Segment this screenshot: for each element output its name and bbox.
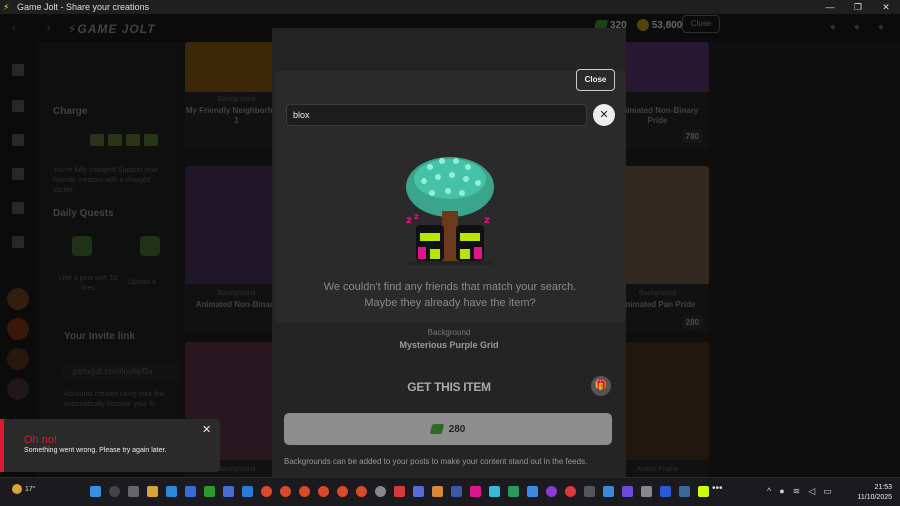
toast-title: Oh no! [24,434,58,446]
item-category: Background [427,328,471,337]
app-icon[interactable] [660,486,671,497]
file-explorer-icon[interactable] [147,486,158,497]
window-title: Game Jolt - Share your creations [17,2,150,12]
system-tray: ^ ● ≋ ◁ ▭ [767,486,832,497]
more-apps-icon[interactable]: ••• [712,483,723,494]
chrome-icon[interactable] [356,486,367,497]
weather-widget[interactable]: 17° [12,484,36,494]
error-accent-bar [0,419,4,472]
friend-search-input[interactable] [286,104,587,126]
chrome-icon[interactable] [318,486,329,497]
edge-icon[interactable] [166,486,177,497]
clock-time: 21:53 [874,484,892,491]
svg-text:z: z [406,215,412,226]
empty-line-2: Maybe they already have the item? [364,297,536,309]
sleeping-tree-illustration: z z z [406,157,494,265]
chrome-icon[interactable] [299,486,310,497]
wifi-icon[interactable]: ≋ [793,486,801,497]
clock[interactable]: 21:53 11/10/2025 [848,483,892,503]
gift-icon[interactable]: 🎁 [591,376,611,396]
volume-icon[interactable]: ◁ [808,486,815,497]
clock-date: 11/10/2025 [857,494,892,501]
media-icon[interactable] [375,486,386,497]
item-name: Mysterious Purple Grid [399,340,499,350]
gamejolt-app-icon: ⚡ [3,2,10,12]
desktop: ⚡ Game Jolt - Share your creations — ❐ ✕… [0,0,900,506]
app-icon[interactable] [185,486,196,497]
clear-search-icon[interactable]: ✕ [593,104,615,126]
xbox-icon[interactable] [204,486,215,497]
temperature: 17° [25,485,36,493]
maximize-button[interactable]: ❐ [844,0,872,14]
app-icon[interactable] [527,486,538,497]
chrome-icon[interactable] [280,486,291,497]
app-icon[interactable] [242,486,253,497]
purchase-button[interactable]: 280 [284,413,612,445]
app-icon[interactable] [489,486,500,497]
toast-message: Something went wrong. Please try again l… [24,447,167,454]
empty-line-1: We couldn't find any friends that match … [323,281,577,293]
app-icon[interactable] [432,486,443,497]
gem-icon [429,424,444,434]
app-icon[interactable] [603,486,614,497]
record-icon[interactable] [565,486,576,497]
app-icon[interactable] [451,486,462,497]
chrome-icon[interactable] [337,486,348,497]
close-window-button[interactable]: ✕ [872,0,900,14]
empty-state-message: We couldn't find any friends that match … [274,279,626,311]
search-icon[interactable] [109,486,120,497]
discord-icon[interactable] [413,486,424,497]
battery-icon[interactable]: ▭ [823,486,832,497]
task-view-icon[interactable] [128,486,139,497]
svg-text:z: z [484,215,490,226]
window-titlebar: ⚡ Game Jolt - Share your creations — ❐ ✕ [0,0,900,14]
app-icon[interactable] [470,486,481,497]
taskbar: 17° ••• ^ ● ≋ ◁ ▭ 21:53 11/10/2025 [0,477,900,506]
app-icon[interactable] [622,486,633,497]
gift-friend-modal: Close ✕ z z z We couldn't find any frien [274,69,626,323]
app-icon[interactable] [679,486,690,497]
tray-chevron-icon[interactable]: ^ [767,486,771,497]
gamejolt-taskbar-icon[interactable] [698,486,709,497]
purchase-price: 280 [448,423,466,435]
weather-icon [12,484,22,494]
start-icon[interactable] [90,486,101,497]
app-icon[interactable] [508,486,519,497]
modal-close-button[interactable]: Close [576,69,615,91]
app-icon[interactable] [641,486,652,497]
toast-close-icon[interactable]: ✕ [202,423,211,436]
svg-text:z: z [414,212,419,221]
error-toast: Oh no! Something went wrong. Please try … [0,419,220,472]
minimize-button[interactable]: — [816,0,844,14]
app-icon[interactable] [223,486,234,497]
chrome-icon[interactable] [261,486,272,497]
get-item-heading: GET THIS ITEM [407,380,491,394]
window-controls: — ❐ ✕ [816,0,900,14]
app-icon[interactable] [394,486,405,497]
app-icon[interactable] [584,486,595,497]
item-description: Backgrounds can be added to your posts t… [284,457,588,466]
tray-app-icon[interactable]: ● [779,486,784,497]
app-icon[interactable] [546,486,557,497]
